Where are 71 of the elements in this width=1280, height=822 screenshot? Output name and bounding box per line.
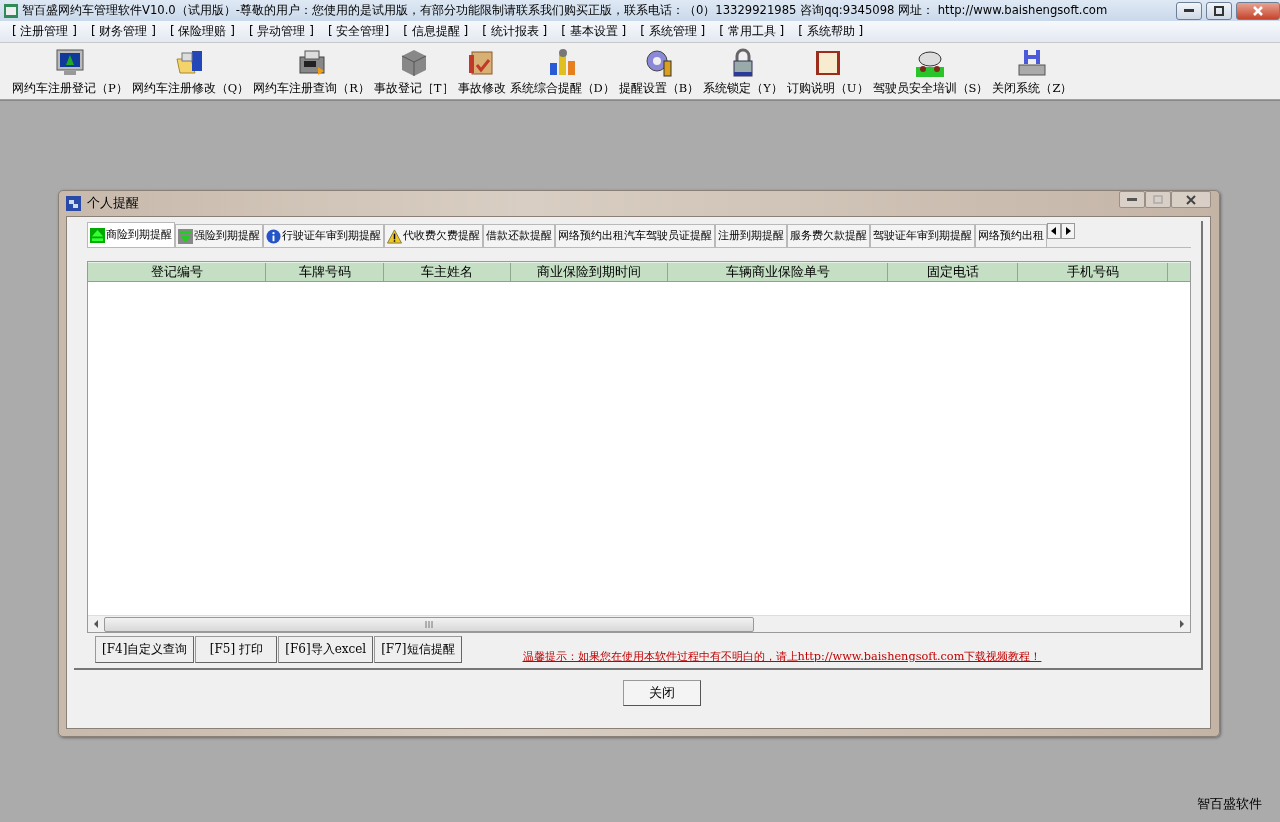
- horizontal-scrollbar[interactable]: [88, 615, 1190, 632]
- menu-item[interactable]: [ 基本设置 ]: [555, 23, 635, 40]
- toolbar-button[interactable]: 网约车注册登记（P）: [10, 47, 130, 99]
- function-button[interactable]: [F4]自定义查询: [95, 636, 195, 663]
- column-header[interactable]: 手机号码: [1018, 263, 1168, 281]
- menu-item[interactable]: [ 常用工具 ]: [713, 23, 793, 40]
- tab[interactable]: 借款还款提醒: [483, 224, 555, 247]
- column-header[interactable]: 商业保险到期时间: [511, 263, 668, 281]
- left-arrow-icon: [1051, 227, 1057, 235]
- column-header[interactable]: 车辆商业保险单号: [668, 263, 888, 281]
- maximize-button[interactable]: [1206, 1, 1232, 20]
- minimize-icon: [1184, 8, 1194, 13]
- tab[interactable]: 行驶证年审到期提醒: [263, 224, 384, 247]
- close-dialog-button[interactable]: 关闭: [622, 680, 701, 706]
- menu-item[interactable]: [ 信息提醒 ]: [397, 23, 477, 40]
- tab[interactable]: 驾驶证年审到期提醒: [870, 224, 975, 247]
- tab[interactable]: 强险到期提醒: [175, 224, 263, 247]
- menu-item[interactable]: [ 系统帮助 ]: [792, 23, 872, 40]
- menu-item[interactable]: [ 异动管理 ]: [243, 23, 322, 40]
- function-button[interactable]: [F6]导入excel: [278, 636, 374, 663]
- menu-item[interactable]: [ 保险理赔 ]: [164, 23, 243, 40]
- column-header[interactable]: 车牌号码: [266, 263, 384, 281]
- toolbar-button[interactable]: 订购说明（U）: [784, 47, 871, 99]
- function-button[interactable]: [F5] 打印: [195, 636, 278, 663]
- warning-icon: [387, 228, 402, 244]
- toolbar-button[interactable]: 驾驶员安全培训（S）: [870, 47, 991, 99]
- function-button[interactable]: [F7]短信提醒: [374, 636, 462, 663]
- toolbar-button[interactable]: 系统综合提醒（D）: [507, 47, 617, 99]
- column-header[interactable]: 固定电话: [888, 263, 1018, 281]
- tab[interactable]: 商险到期提醒: [87, 222, 175, 247]
- toolbar-button[interactable]: 关闭系统（Z）: [990, 47, 1075, 99]
- app-icon: [4, 3, 18, 18]
- info-icon: [266, 228, 281, 244]
- arrow-down-icon: [178, 228, 193, 244]
- menu-item[interactable]: [ 注册管理 ]: [6, 23, 85, 40]
- tab[interactable]: 网络预约出租: [975, 224, 1047, 247]
- tab[interactable]: 代收费欠费提醒: [384, 224, 483, 247]
- hint-link[interactable]: 温馨提示：如果您在使用本软件过程中有不明白的，请上http://www.baishengsoft.com下载视频教程！: [522, 649, 1042, 664]
- dialog-title: 个人提醒: [87, 195, 140, 212]
- menu-item[interactable]: [ 安全管理]: [322, 23, 398, 40]
- tab[interactable]: 注册到期提醒: [715, 224, 787, 247]
- restore-icon: [1214, 5, 1224, 16]
- close-icon: [1253, 5, 1263, 16]
- right-arrow-icon: [1065, 227, 1071, 235]
- toolbar-button[interactable]: 网约车注册查询（R）: [251, 47, 372, 99]
- toolbar-button[interactable]: 事故登记［T］: [371, 47, 456, 99]
- footer-text: 智百盛软件: [1197, 796, 1262, 813]
- tab[interactable]: 网络预约出租汽车驾驶员证提醒: [555, 224, 715, 247]
- grip-icon: [425, 620, 433, 628]
- menu-item[interactable]: [ 统计报表 ]: [476, 23, 556, 40]
- column-header[interactable]: 登记编号: [88, 263, 266, 281]
- column-header[interactable]: 车主姓名: [384, 263, 511, 281]
- tab[interactable]: 服务费欠款提醒: [787, 224, 870, 247]
- toolbar-button[interactable]: 事故修改: [455, 47, 508, 99]
- close-button[interactable]: [1236, 1, 1280, 20]
- menu-item[interactable]: [ 财务管理 ]: [85, 23, 164, 40]
- scroll-right-button[interactable]: [1061, 223, 1075, 239]
- close-button[interactable]: [1171, 191, 1211, 208]
- menu-item[interactable]: [ 系统管理 ]: [634, 23, 714, 40]
- minimize-icon: [1127, 197, 1137, 202]
- toolbar-button[interactable]: 系统锁定（Y）: [701, 47, 785, 99]
- window-title: 智百盛网约车管理软件V10.0（试用版）-尊敬的用户：您使用的是试用版，有部分功能限制请联系我们购买正版，联系电话：（0）13329921985 咨询qq:9345098 网址： http://www.baishengsoft.com: [22, 3, 1109, 18]
- minimize-button[interactable]: [1176, 1, 1202, 20]
- minimize-button[interactable]: [1119, 191, 1145, 208]
- toolbar-button[interactable]: 提醒设置（B）: [616, 47, 702, 99]
- arrow-up-icon: [90, 227, 105, 243]
- dialog-icon: [66, 196, 81, 211]
- maximize-icon: [1153, 195, 1163, 204]
- scroll-left-button[interactable]: [1047, 223, 1061, 239]
- toolbar-button[interactable]: 网约车注册修改（Q）: [129, 47, 252, 99]
- close-icon: [1186, 194, 1196, 205]
